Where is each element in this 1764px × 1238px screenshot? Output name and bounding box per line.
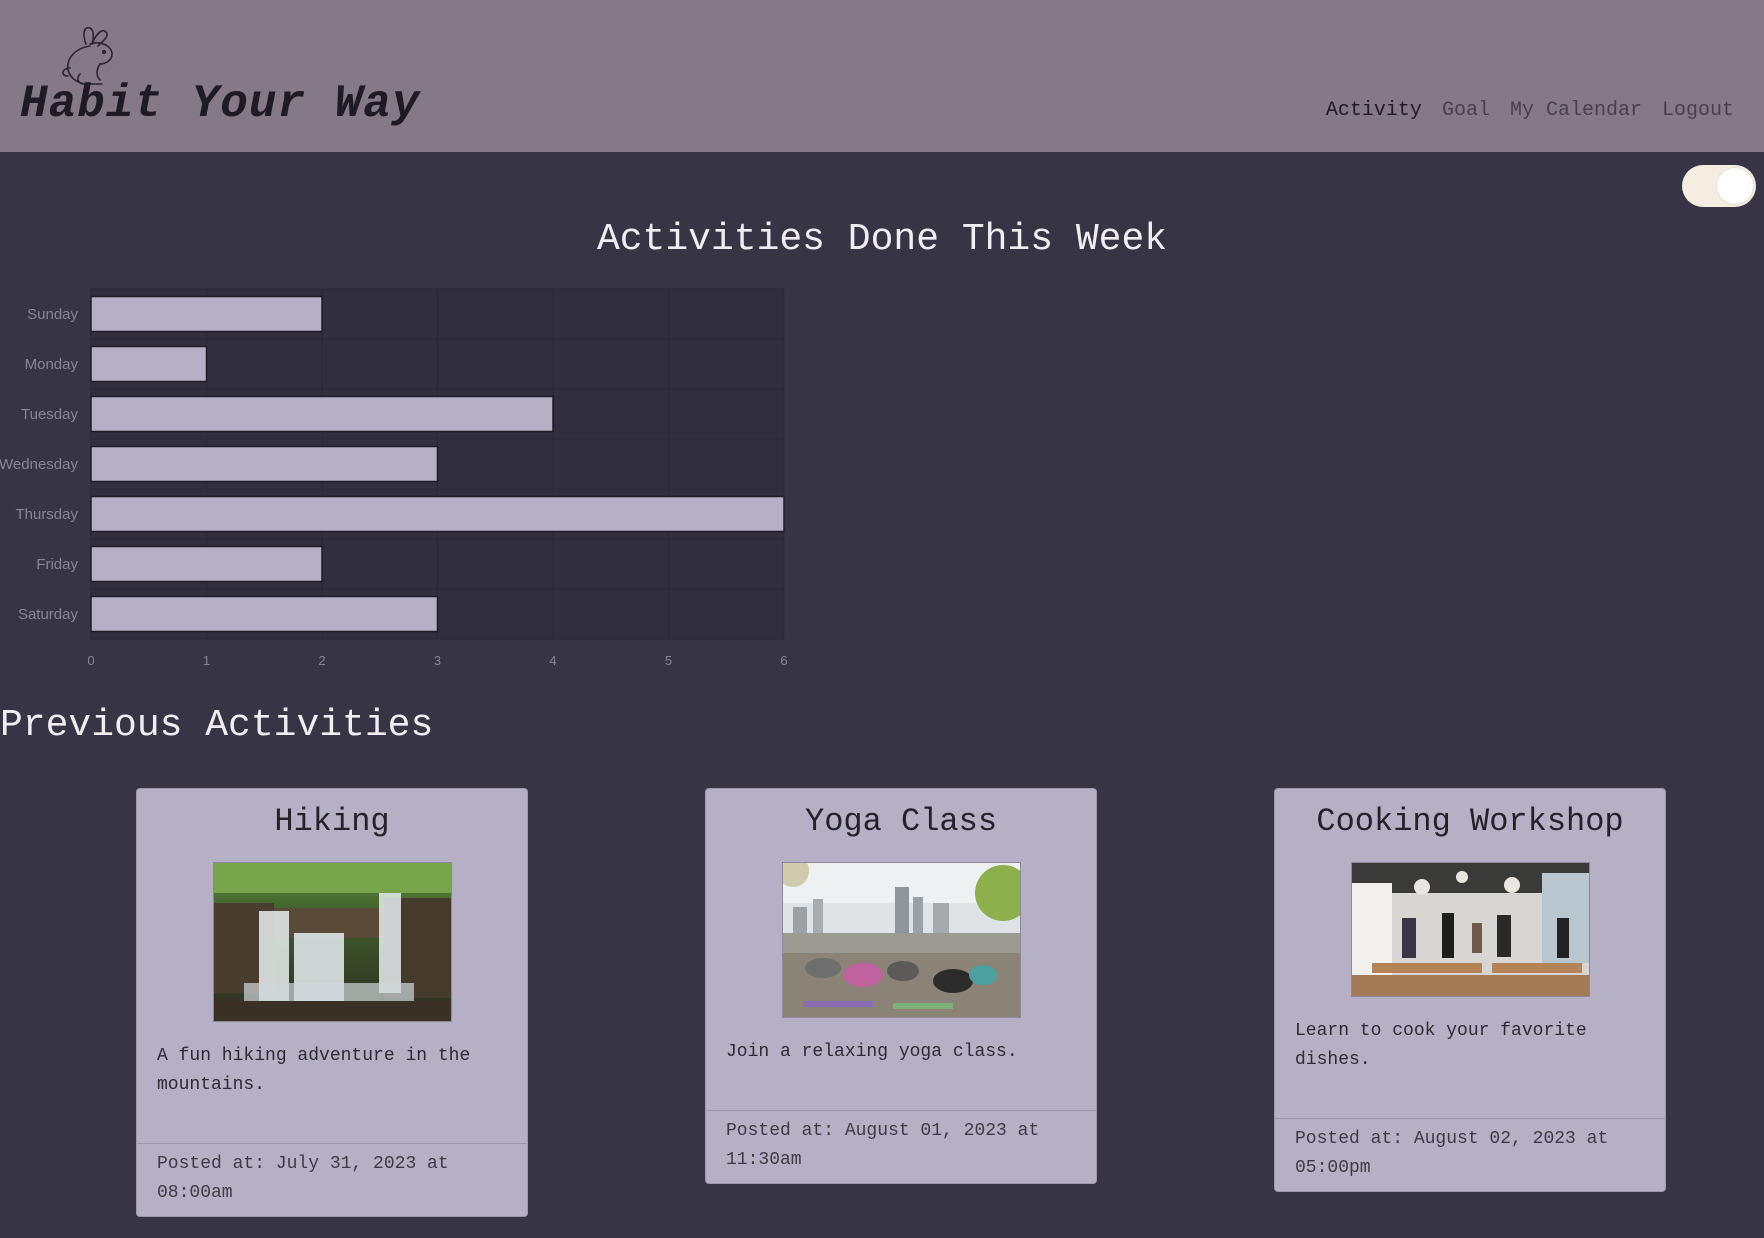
activity-card[interactable]: Yoga Class Join a relaxing yoga class. P… — [705, 788, 1097, 1184]
nav-goal-link[interactable]: Goal — [1442, 99, 1490, 122]
hiking-waterfall-image — [212, 862, 452, 1022]
yoga-class-image — [781, 862, 1021, 1018]
chart-x-tick-label: 3 — [434, 653, 441, 668]
activity-card[interactable]: Hiking A fun hiking adventure in the mou… — [136, 788, 528, 1217]
card-title: Cooking Workshop — [1316, 803, 1624, 840]
chart-x-tick-label: 2 — [318, 653, 325, 668]
previous-activities-heading: Previous Activities — [0, 704, 434, 747]
card-posted-at: Posted at: August 01, 2023 at 11:30am — [706, 1110, 1096, 1183]
chart-bar-saturday — [90, 595, 439, 633]
chart-category-label: Monday — [25, 356, 79, 373]
chart-title: Activities Done This Week — [596, 218, 1168, 261]
chart-category-label: Friday — [36, 556, 78, 573]
theme-toggle[interactable] — [1682, 165, 1756, 207]
nav-logout-link[interactable]: Logout — [1662, 99, 1734, 122]
card-posted-at: Posted at: August 02, 2023 at 05:00pm — [1275, 1118, 1665, 1191]
card-posted-at: Posted at: July 31, 2023 at 08:00am — [137, 1143, 527, 1216]
chart-bar-friday — [90, 545, 323, 583]
chart-bar-tuesday — [90, 395, 554, 433]
chart-bar-wednesday — [90, 445, 439, 483]
chart-x-tick-label: 0 — [87, 653, 94, 668]
chart-category-label: Saturday — [18, 606, 79, 623]
chart-bar-sunday — [90, 295, 323, 333]
chart-category-label: Tuesday — [21, 406, 78, 423]
chart-x-tick-label: 1 — [203, 653, 210, 668]
toggle-knob — [1717, 168, 1753, 204]
nav-activity-link[interactable]: Activity — [1326, 99, 1422, 122]
cooking-workshop-image — [1350, 862, 1590, 997]
chart-bar-monday — [90, 345, 208, 383]
top-header: Habit Your Way Activity Goal My Calendar… — [0, 0, 1764, 152]
card-title: Hiking — [274, 803, 390, 840]
chart-x-tick-label: 4 — [549, 653, 556, 668]
activity-card[interactable]: Cooking Workshop Learn to cook your favo… — [1274, 788, 1666, 1192]
nav-my-calendar-link[interactable]: My Calendar — [1510, 99, 1642, 122]
chart-category-label: Sunday — [27, 306, 78, 323]
chart-bar-thursday — [90, 495, 785, 533]
card-description: Join a relaxing yoga class. — [726, 1042, 1018, 1062]
card-description: Learn to cook your favorite dishes. — [1295, 1021, 1587, 1070]
chart-category-label: Thursday — [15, 506, 78, 523]
card-description: A fun hiking adventure in the mountains. — [157, 1046, 471, 1095]
activities-bar-chart: Sunday Monday Tuesday Wednesday Thursday Frid… — [0, 288, 788, 668]
brand-title[interactable]: Habit Your Way — [20, 78, 420, 130]
card-title: Yoga Class — [804, 803, 998, 840]
chart-x-tick-label: 6 — [780, 653, 787, 668]
chart-category-label: Wednesday — [0, 456, 78, 473]
chart-x-tick-label: 5 — [665, 653, 672, 668]
main-nav: Activity Goal My Calendar Logout — [1326, 99, 1734, 122]
